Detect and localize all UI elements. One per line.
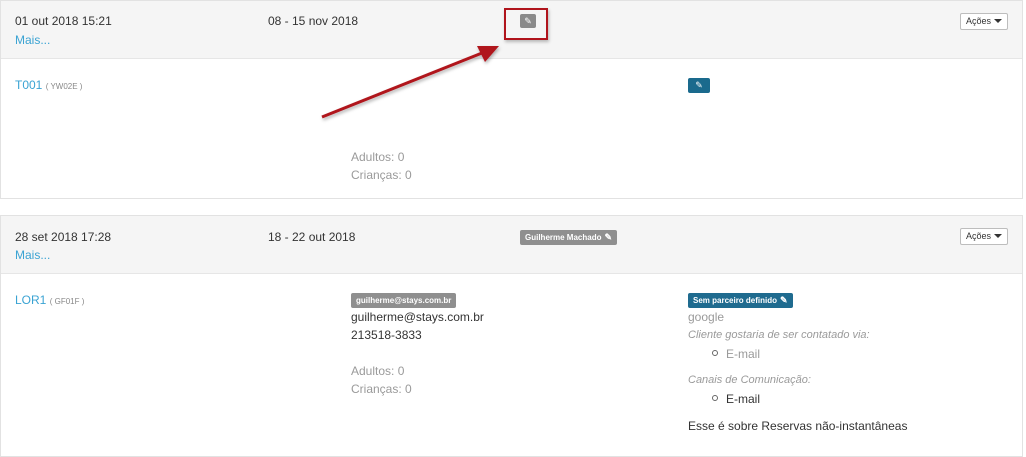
contact-pref-label: Cliente gostaria de ser contatado via: bbox=[688, 329, 870, 341]
guest-phone: 213518-3833 bbox=[351, 328, 422, 342]
edit-partner-button[interactable]: ✎ bbox=[688, 78, 710, 93]
reservation-header-2: 28 set 2018 17:28 Mais... 18 - 22 out 20… bbox=[1, 216, 1022, 274]
reservation-body-1: T001 ( YW02E ) Adultos: 0 Crianças: 0 ✎ bbox=[1, 59, 1022, 198]
bullet-icon bbox=[712, 395, 718, 401]
email-tag: guilherme@stays.com.br bbox=[351, 293, 457, 308]
adults-count: Adultos: 0 bbox=[351, 364, 405, 378]
unit-link[interactable]: T001 ( YW02E ) bbox=[15, 78, 82, 92]
actions-label: Ações bbox=[965, 16, 991, 26]
agent-tag[interactable]: Guilherme Machado ✎ bbox=[520, 230, 618, 245]
contact-pref-item: E-mail bbox=[712, 347, 760, 361]
channels-item: E-mail bbox=[712, 392, 760, 406]
pencil-icon: ✎ bbox=[780, 295, 788, 305]
guest-email: guilherme@stays.com.br bbox=[351, 310, 484, 324]
children-count: Crianças: 0 bbox=[351, 382, 412, 396]
children-count: Crianças: 0 bbox=[351, 168, 412, 182]
stay-dates: 08 - 15 nov 2018 bbox=[268, 14, 359, 28]
pencil-icon: ✎ bbox=[695, 80, 703, 90]
booking-source: google bbox=[688, 310, 725, 324]
unit-link[interactable]: LOR1 ( GF01F ) bbox=[15, 293, 84, 307]
agent-name: Guilherme Machado bbox=[525, 233, 602, 242]
actions-dropdown-button[interactable]: Ações bbox=[959, 228, 1008, 245]
actions-label: Ações bbox=[965, 231, 991, 241]
unit-name[interactable]: T001 bbox=[15, 78, 42, 92]
unit-code: ( GF01F ) bbox=[49, 297, 85, 306]
contact-pref-value: E-mail bbox=[726, 347, 761, 361]
more-link[interactable]: Mais... bbox=[15, 248, 50, 262]
created-datetime: 28 set 2018 17:28 bbox=[15, 230, 112, 244]
pencil-icon: ✎ bbox=[604, 232, 613, 242]
caret-down-icon bbox=[994, 19, 1002, 23]
annotation-highlight-box bbox=[504, 8, 548, 40]
channels-label: Canais de Comunicação: bbox=[688, 374, 811, 386]
adults-count: Adultos: 0 bbox=[351, 150, 405, 164]
actions-dropdown-button[interactable]: Ações bbox=[959, 13, 1008, 30]
reservation-note: Esse é sobre Reservas não-instantâneas bbox=[688, 419, 908, 433]
reservation-card-2: 28 set 2018 17:28 Mais... 18 - 22 out 20… bbox=[0, 215, 1023, 457]
partner-label: Sem parceiro definido bbox=[693, 296, 778, 305]
caret-down-icon bbox=[994, 234, 1002, 238]
stay-dates: 18 - 22 out 2018 bbox=[268, 230, 356, 244]
bullet-icon bbox=[712, 350, 718, 356]
created-datetime: 01 out 2018 15:21 bbox=[15, 14, 112, 28]
more-link[interactable]: Mais... bbox=[15, 33, 50, 47]
unit-code: ( YW02E ) bbox=[45, 82, 83, 91]
reservation-body-2: LOR1 ( GF01F ) guilherme@stays.com.br gu… bbox=[1, 274, 1022, 456]
partner-tag[interactable]: Sem parceiro definido ✎ bbox=[688, 293, 793, 308]
channels-value: E-mail bbox=[726, 392, 761, 406]
unit-name[interactable]: LOR1 bbox=[15, 293, 46, 307]
